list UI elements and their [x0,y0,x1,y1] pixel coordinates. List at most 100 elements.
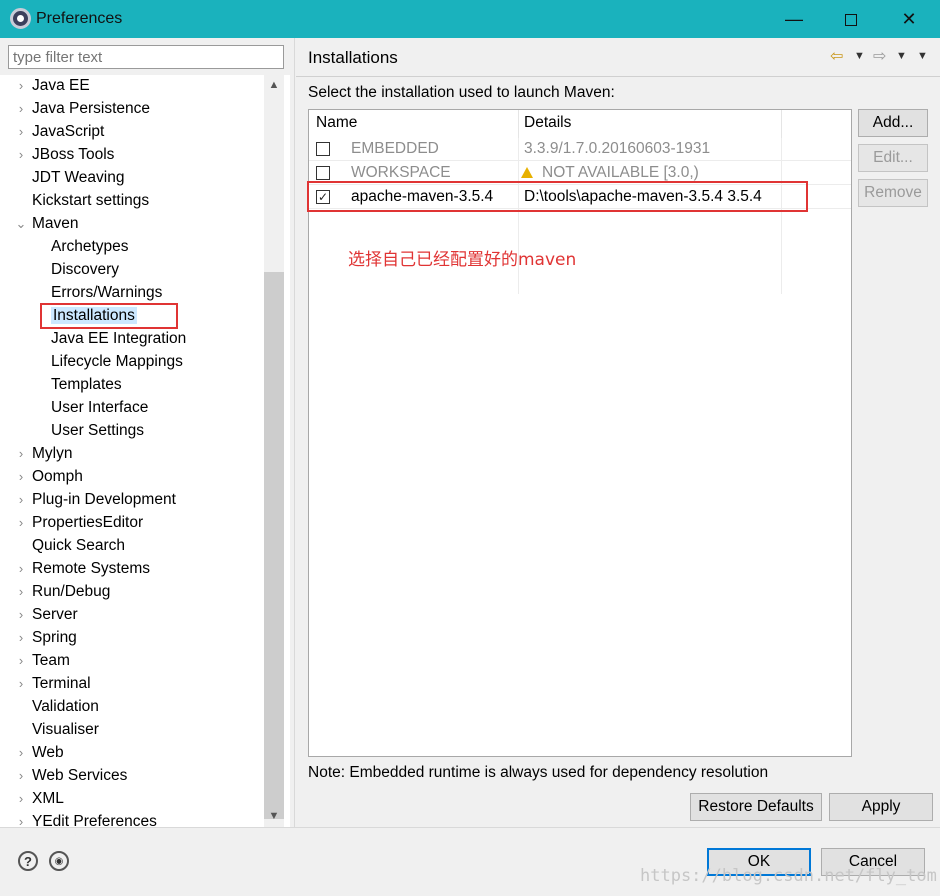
tree-item-label: Lifecycle Mappings [51,353,183,370]
tree-item-label: JBoss Tools [32,146,115,163]
column-header-name[interactable]: Name [316,114,357,132]
column-divider[interactable] [518,110,519,138]
collapsed-chevron-icon[interactable]: › [15,627,27,648]
tree-item[interactable]: › PropertiesEditor [19,512,143,535]
tree-item[interactable]: › Plug-in Development [19,489,176,512]
tree-item[interactable]: › Web [19,742,64,765]
tree-item[interactable]: › Spring [19,627,77,650]
tree-item[interactable]: › YEdit Preferences [19,811,157,827]
collapsed-chevron-icon[interactable]: › [15,650,27,671]
collapsed-chevron-icon[interactable]: › [15,581,27,602]
filter-input[interactable] [8,45,284,69]
tree-item-label: Terminal [32,675,91,692]
tree-item[interactable]: › JavaScript [19,121,105,144]
tree-item[interactable]: Discovery [51,259,119,282]
tree-scrollbar-thumb[interactable] [264,272,284,819]
tree-item[interactable]: › Remote Systems [19,558,150,581]
tree-item[interactable]: › Run/Debug [19,581,111,604]
tree-item-label: User Settings [51,422,145,439]
tree-item[interactable]: Java EE Integration [51,328,186,351]
tree-item[interactable]: Archetypes [51,236,129,259]
warning-icon [521,167,533,178]
import-export-icon[interactable]: ◉ [49,851,69,871]
close-button[interactable]: ✕ [880,0,938,38]
cell-details: NOT AVAILABLE [3.0,) [542,164,699,181]
add-button[interactable]: Add... [858,109,928,137]
expand-chevron-icon[interactable]: ⌄ [15,213,27,234]
collapsed-chevron-icon[interactable]: › [15,466,27,487]
tree-item[interactable]: User Settings [51,420,144,443]
tree-item-label: Mylyn [32,445,73,462]
pane-divider[interactable] [294,38,295,828]
help-icon[interactable]: ? [18,851,38,871]
maximize-icon [845,14,857,27]
tree-item-label: Quick Search [32,537,126,554]
scroll-down-arrow[interactable]: ▼ [264,807,284,825]
remove-button[interactable]: Remove [858,179,928,207]
collapsed-chevron-icon[interactable]: › [15,788,27,809]
collapsed-chevron-icon[interactable]: › [15,512,27,533]
apply-button[interactable]: Apply [829,793,933,821]
back-dropdown-icon[interactable]: ▼ [854,50,865,62]
tree-item-label: Oomph [32,468,83,485]
tree-item[interactable]: JDT Weaving [32,167,124,190]
collapsed-chevron-icon[interactable]: › [15,604,27,625]
tree-item-label: Web Services [32,767,128,784]
tree-item[interactable]: › Terminal [19,673,91,696]
tree-item[interactable]: › Java Persistence [19,98,151,121]
tree-item[interactable]: Visualiser [32,719,99,742]
column-header-details[interactable]: Details [524,114,571,132]
tree-item-label: Kickstart settings [32,192,150,209]
forward-dropdown-icon[interactable]: ▼ [896,50,907,62]
tree-item[interactable]: › XML [19,788,64,811]
tree-item[interactable]: › Oomph [19,466,83,489]
collapsed-chevron-icon[interactable]: › [15,121,27,142]
collapsed-chevron-icon[interactable]: › [15,489,27,510]
column-divider[interactable] [781,110,782,138]
tree-item[interactable]: User Interface [51,397,148,420]
tree-item[interactable]: › JBoss Tools [19,144,115,167]
tree-item[interactable]: › Team [19,650,70,673]
tree-item[interactable]: Errors/Warnings [51,282,162,305]
collapsed-chevron-icon[interactable]: › [15,558,27,579]
tree-item-label: Errors/Warnings [51,284,163,301]
tree-item-label: XML [32,790,64,807]
collapsed-chevron-icon[interactable]: › [15,75,27,96]
checkbox-embedded[interactable] [316,142,330,156]
forward-arrow-icon[interactable]: ⇨ [873,46,886,66]
collapsed-chevron-icon[interactable]: › [15,742,27,763]
maximize-button[interactable] [822,0,880,38]
tree-item-label: User Interface [51,399,149,416]
collapsed-chevron-icon[interactable]: › [15,443,27,464]
tree-item[interactable]: Lifecycle Mappings [51,351,183,374]
checkbox-workspace[interactable] [316,166,330,180]
collapsed-chevron-icon[interactable]: › [15,144,27,165]
tree-item[interactable]: Kickstart settings [32,190,149,213]
embedded-runtime-note: Note: Embedded runtime is always used fo… [308,764,769,781]
view-menu-icon[interactable]: ▼ [917,50,928,62]
tree-item[interactable]: › Mylyn [19,443,73,466]
edit-button[interactable]: Edit... [858,144,928,172]
tree-item[interactable]: Templates [51,374,122,397]
collapsed-chevron-icon[interactable]: › [15,811,27,827]
back-arrow-icon[interactable]: ⇦ [830,46,843,66]
restore-defaults-button[interactable]: Restore Defaults [690,793,822,821]
tree-item[interactable]: Validation [32,696,99,719]
tree-item-label: Plug-in Development [32,491,176,508]
collapsed-chevron-icon[interactable]: › [15,673,27,694]
collapsed-chevron-icon[interactable]: › [15,765,27,786]
collapsed-chevron-icon[interactable]: › [15,98,27,119]
tree-item[interactable]: › Web Services [19,765,128,788]
tree-item-label: Java Persistence [32,100,151,117]
tree-item-label: Java EE [32,77,90,94]
table-row-embedded[interactable]: EMBEDDED 3.3.9/1.7.0.20160603-1931 [309,137,851,161]
footer-separator [0,827,940,828]
tree-item[interactable]: › Server [19,604,78,627]
tree-item[interactable]: Quick Search [32,535,125,558]
highlight-box-selected-row [307,181,808,212]
tree-item[interactable]: › Java EE [19,75,90,98]
minimize-button[interactable]: — [765,0,823,38]
tree-item[interactable]: ⌄ Maven [16,213,79,236]
preference-tree: › Java EE › Java Persistence › JavaScript › JBo… [0,75,290,827]
scroll-up-arrow[interactable]: ▲ [264,76,284,94]
